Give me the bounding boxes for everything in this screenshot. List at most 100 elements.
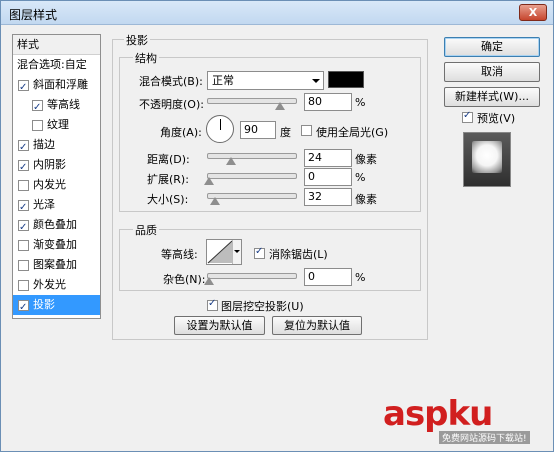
- set-default-button[interactable]: 设置为默认值: [174, 316, 265, 335]
- style-item-inner-glow[interactable]: 内发光: [13, 175, 100, 195]
- style-item-label: 投影: [33, 298, 55, 311]
- close-button[interactable]: X: [519, 4, 547, 21]
- style-item-contour[interactable]: 等高线: [13, 95, 100, 118]
- structure-title: 结构: [133, 50, 159, 66]
- distance-unit: 像素: [355, 153, 377, 166]
- style-item-pattern-overlay[interactable]: 图案叠加: [13, 255, 100, 275]
- noise-unit: %: [355, 271, 366, 284]
- inner-glow-checkbox[interactable]: [18, 180, 29, 191]
- style-item-gradient-overlay[interactable]: 渐变叠加: [13, 235, 100, 255]
- window-title: 图层样式: [9, 8, 58, 22]
- size-input[interactable]: 32: [304, 188, 352, 206]
- blend-mode-select[interactable]: 正常: [207, 71, 324, 90]
- angle-unit: 度: [280, 126, 291, 139]
- contour-checkbox[interactable]: [32, 98, 43, 118]
- reset-default-button[interactable]: 复位为默认值: [272, 316, 362, 335]
- size-slider-thumb[interactable]: [210, 197, 220, 205]
- size-unit: 像素: [355, 193, 377, 206]
- watermark-logo: aspku: [383, 394, 493, 434]
- layer-style-dialog: 图层样式 X 样式 混合选项:自定 斜面和浮雕 等高线 纹理 描边 内阴影: [0, 0, 554, 452]
- angle-input[interactable]: 90: [240, 121, 276, 139]
- watermark-caption: 免费网站源码下载站!: [439, 431, 530, 444]
- style-item-label: 描边: [33, 138, 55, 151]
- bevel-emboss-checkbox[interactable]: [18, 78, 29, 98]
- style-item-satin[interactable]: 光泽: [13, 195, 100, 218]
- style-item-inner-shadow[interactable]: 内阴影: [13, 155, 100, 178]
- style-preview-thumbnail: [463, 132, 511, 187]
- style-item-label: 混合选项:自定: [17, 58, 87, 71]
- style-item-drop-shadow[interactable]: 投影: [13, 295, 100, 318]
- spread-label: 扩展(R):: [147, 173, 189, 186]
- style-item-color-overlay[interactable]: 颜色叠加: [13, 215, 100, 238]
- distance-slider[interactable]: [207, 153, 297, 165]
- style-item-label: 内阴影: [33, 158, 66, 171]
- noise-label: 杂色(N):: [163, 273, 206, 286]
- contour-picker[interactable]: [206, 239, 242, 265]
- style-item-label: 纹理: [47, 118, 69, 131]
- texture-checkbox[interactable]: [32, 120, 43, 131]
- new-style-button[interactable]: 新建样式(W)...: [444, 87, 540, 107]
- style-list: 样式 混合选项:自定 斜面和浮雕 等高线 纹理 描边 内阴影 内发光: [12, 34, 101, 319]
- contour-preview-icon: [207, 240, 233, 264]
- spread-slider[interactable]: [204, 173, 297, 185]
- spread-slider-thumb[interactable]: [204, 177, 214, 185]
- outer-glow-checkbox[interactable]: [18, 280, 29, 291]
- opacity-label: 不透明度(O):: [139, 98, 204, 111]
- style-item-label: 外发光: [33, 278, 66, 291]
- style-item-bevel-emboss[interactable]: 斜面和浮雕: [13, 75, 100, 98]
- style-item-blending-options[interactable]: 混合选项:自定: [13, 55, 100, 75]
- cancel-button[interactable]: 取消: [444, 62, 540, 82]
- blend-mode-value: 正常: [212, 74, 234, 87]
- style-item-label: 颜色叠加: [33, 218, 77, 231]
- distance-slider-thumb[interactable]: [226, 157, 236, 165]
- size-label: 大小(S):: [147, 193, 189, 206]
- knockout-label: 图层挖空投影(U): [221, 300, 304, 313]
- opacity-slider[interactable]: [207, 98, 297, 110]
- style-list-header: 样式: [13, 35, 100, 55]
- stroke-checkbox[interactable]: [18, 138, 29, 158]
- shadow-color-swatch[interactable]: [328, 71, 364, 88]
- spread-unit: %: [355, 171, 366, 184]
- style-item-stroke[interactable]: 描边: [13, 135, 100, 158]
- gradient-overlay-checkbox[interactable]: [18, 240, 29, 251]
- drop-shadow-section-title: 投影: [124, 32, 150, 48]
- style-preview-swatch: [472, 141, 502, 173]
- angle-dial[interactable]: [206, 115, 234, 143]
- noise-slider-thumb[interactable]: [204, 277, 214, 285]
- distance-label: 距离(D):: [147, 153, 190, 166]
- preview-label: 预览(V): [477, 112, 516, 125]
- style-item-label: 光泽: [33, 198, 55, 211]
- style-item-label: 斜面和浮雕: [33, 78, 88, 91]
- satin-checkbox[interactable]: [18, 198, 29, 218]
- drop-shadow-checkbox[interactable]: [18, 298, 29, 318]
- color-overlay-checkbox[interactable]: [18, 218, 29, 238]
- antialias-label: 消除锯齿(L): [269, 248, 328, 261]
- opacity-unit: %: [355, 96, 366, 109]
- style-item-label: 渐变叠加: [33, 238, 77, 251]
- antialias-checkbox[interactable]: [254, 246, 265, 259]
- chevron-down-icon[interactable]: [232, 240, 241, 264]
- chevron-down-icon: [312, 79, 320, 83]
- pattern-overlay-checkbox[interactable]: [18, 260, 29, 271]
- style-item-texture[interactable]: 纹理: [13, 115, 100, 135]
- style-item-label: 等高线: [47, 98, 80, 111]
- style-item-outer-glow[interactable]: 外发光: [13, 275, 100, 295]
- global-light-label: 使用全局光(G): [316, 126, 389, 139]
- style-item-label: 图案叠加: [33, 258, 77, 271]
- angle-label: 角度(A):: [160, 126, 202, 139]
- quality-title: 品质: [133, 222, 159, 238]
- size-slider[interactable]: [207, 193, 297, 205]
- noise-slider[interactable]: [204, 273, 297, 285]
- opacity-input[interactable]: 80: [304, 93, 352, 111]
- inner-shadow-checkbox[interactable]: [18, 158, 29, 178]
- preview-checkbox[interactable]: [462, 110, 473, 123]
- global-light-checkbox[interactable]: [301, 125, 312, 136]
- spread-input[interactable]: 0: [304, 168, 352, 186]
- opacity-slider-thumb[interactable]: [275, 102, 285, 110]
- title-bar[interactable]: 图层样式 X: [1, 1, 553, 25]
- noise-input[interactable]: 0: [304, 268, 352, 286]
- distance-input[interactable]: 24: [304, 149, 352, 167]
- ok-button[interactable]: 确定: [444, 37, 540, 57]
- knockout-checkbox[interactable]: [207, 298, 218, 311]
- blend-mode-label: 混合模式(B):: [139, 75, 203, 88]
